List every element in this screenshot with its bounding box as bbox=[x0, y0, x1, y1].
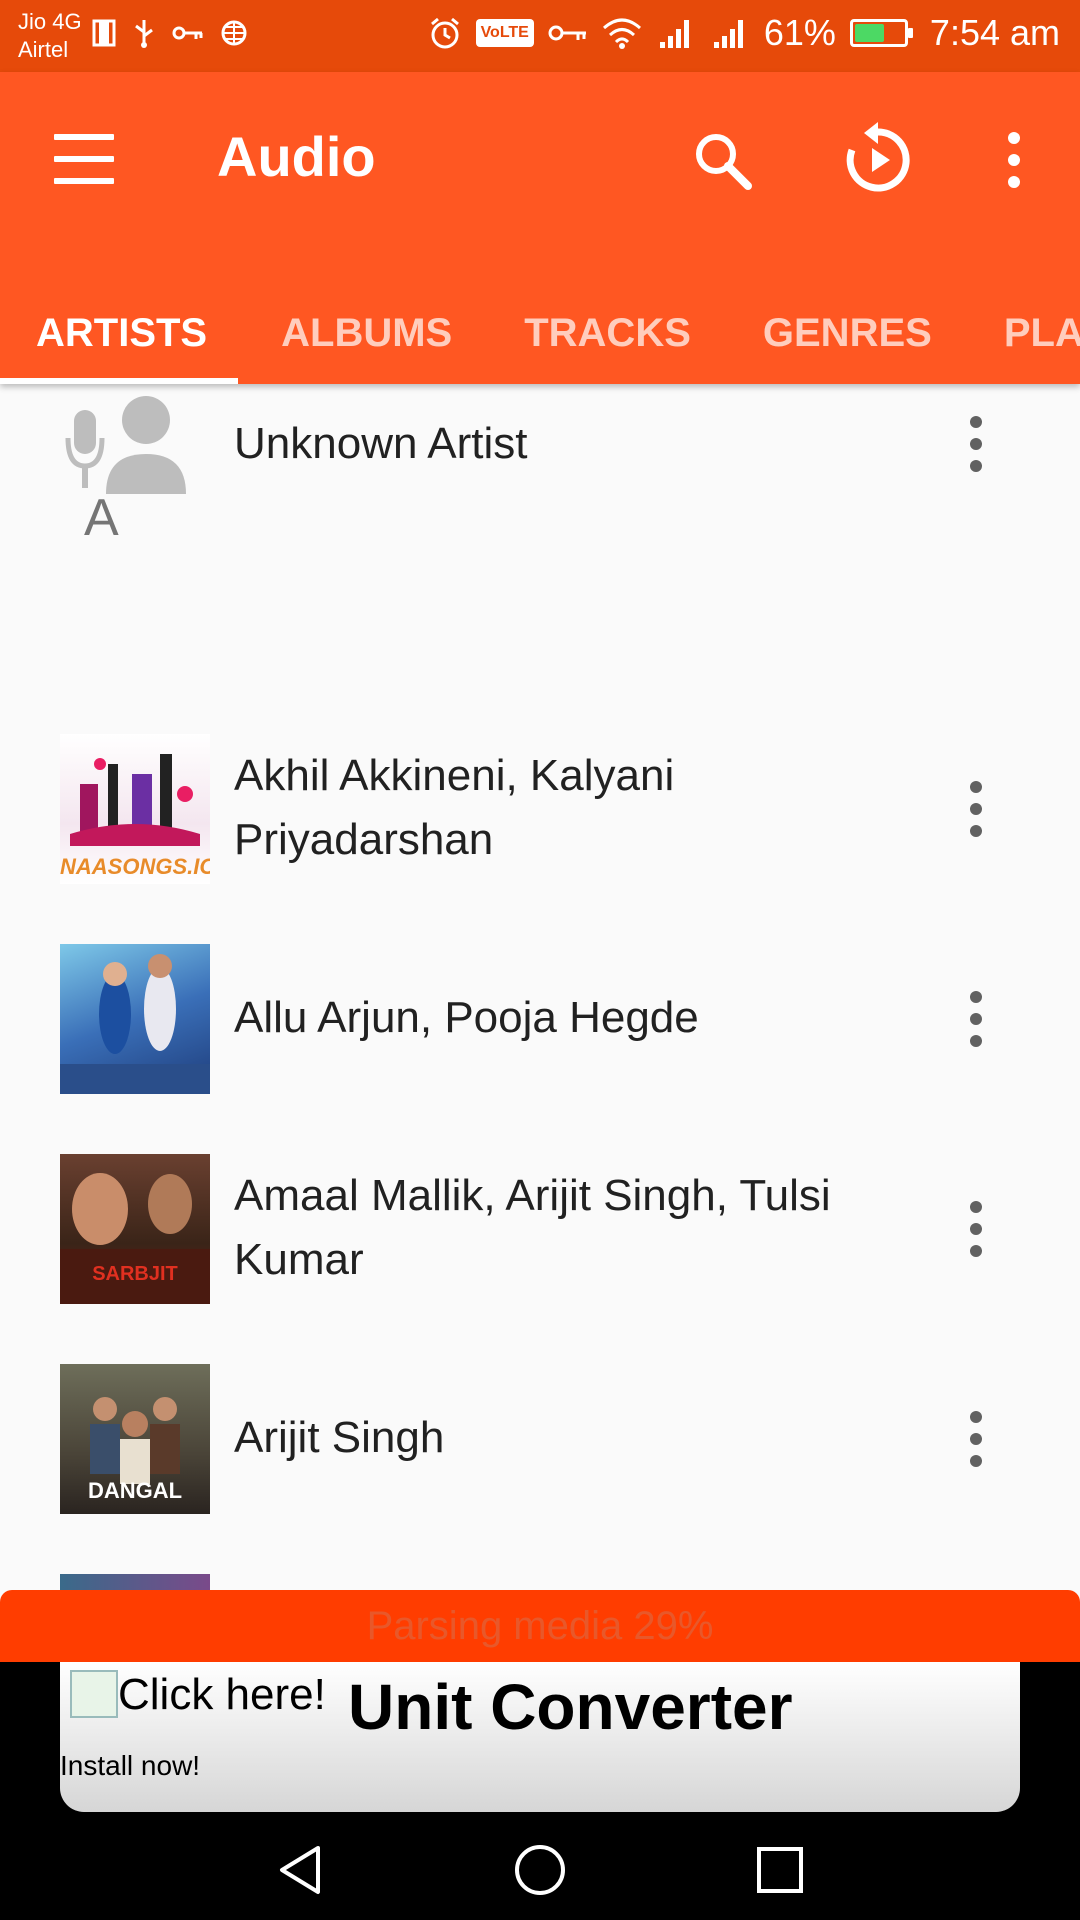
status-bar: Jio 4G Airtel VoLTE 61% 7:54 am bbox=[0, 0, 1080, 72]
artist-name: Akhil Akkineni, Kalyani Priyadarshan bbox=[234, 744, 674, 872]
navigation-bar bbox=[0, 1812, 1080, 1920]
section-header: A bbox=[84, 489, 119, 547]
film-icon bbox=[92, 19, 116, 47]
tab-albums[interactable]: ALBUMS bbox=[243, 282, 488, 384]
ad-title[interactable]: Unit Converter bbox=[348, 1670, 793, 1744]
signal-2-icon bbox=[713, 20, 743, 48]
album-art: SARBJIT bbox=[60, 1154, 210, 1304]
key-icon bbox=[172, 26, 203, 40]
tab-playlists[interactable]: PLAYLISTS bbox=[968, 282, 1080, 384]
menu-icon[interactable] bbox=[54, 134, 114, 184]
app-bar: Audio ARTISTS ALBUMS TRACKS GENRES PLAYL… bbox=[0, 72, 1080, 384]
album-art: DANGAL bbox=[60, 1364, 210, 1514]
artist-name-line-1: Amaal Mallik, Arijit Singh, Tulsi bbox=[234, 1171, 831, 1220]
parsing-progress-bar: Parsing media 29% bbox=[0, 1590, 1080, 1662]
vpn-key-icon bbox=[548, 25, 586, 41]
broken-image-icon bbox=[70, 1670, 118, 1718]
artist-name: Allu Arjun, Pooja Hegde bbox=[234, 993, 699, 1042]
ad-click-text[interactable]: Click here! bbox=[118, 1670, 326, 1720]
globe-icon bbox=[221, 20, 247, 46]
tab-indicator bbox=[0, 378, 238, 384]
search-icon[interactable] bbox=[690, 128, 754, 192]
volte-badge: VoLTE bbox=[475, 19, 534, 47]
signal-1-icon bbox=[659, 20, 689, 48]
artist-list[interactable]: Unknown Artist A NAASONGS.IO Akhil Akkin… bbox=[0, 384, 1080, 1590]
carrier-2: Airtel bbox=[18, 37, 69, 62]
album-art: NAASONGS.IO bbox=[60, 734, 210, 884]
artist-name: Arijit Singh bbox=[234, 1413, 445, 1462]
list-item[interactable]: NAASONGS.IO Akhil Akkineni, Kalyani Priy… bbox=[0, 734, 1080, 904]
carrier-info: Jio 4G Airtel bbox=[18, 8, 82, 64]
more-vert-icon[interactable] bbox=[960, 1407, 992, 1471]
album-art-caption: SARBJIT bbox=[92, 1263, 178, 1285]
tab-artists[interactable]: ARTISTS bbox=[0, 282, 243, 384]
list-item[interactable]: SARBJIT Amaal Mallik, Arijit Singh, Tuls… bbox=[0, 1154, 1080, 1324]
battery-icon bbox=[849, 19, 913, 47]
list-item[interactable]: DANGAL Arijit Singh bbox=[0, 1364, 1080, 1534]
parsing-progress-label: Parsing media 29% bbox=[366, 1603, 714, 1648]
more-vert-icon[interactable] bbox=[960, 1197, 992, 1261]
artist-name-line-2: Kumar bbox=[234, 1235, 364, 1284]
replay-icon[interactable] bbox=[840, 122, 916, 198]
ad-banner: Click here! Unit Converter Install now! bbox=[0, 1662, 1080, 1812]
usb-icon bbox=[135, 20, 153, 48]
artist-name: Unknown Artist bbox=[234, 419, 528, 468]
recents-icon[interactable] bbox=[752, 1842, 808, 1898]
artist-name-line-1: Akhil Akkineni, Kalyani bbox=[234, 751, 675, 800]
list-item[interactable]: Unknown Artist bbox=[0, 384, 1080, 534]
carrier-1: Jio 4G bbox=[18, 9, 82, 34]
more-vert-icon[interactable] bbox=[960, 987, 992, 1051]
tab-tracks[interactable]: TRACKS bbox=[488, 282, 727, 384]
ad-install-text[interactable]: Install now! bbox=[60, 1750, 200, 1782]
back-icon[interactable] bbox=[272, 1842, 328, 1898]
more-vert-icon[interactable] bbox=[960, 412, 992, 476]
list-item[interactable]: Allu Arjun, Pooja Hegde bbox=[0, 944, 1080, 1114]
album-art-caption: NAASONGS.IO bbox=[60, 854, 210, 879]
artist-name-line-2: Priyadarshan bbox=[234, 815, 494, 864]
artist-name: Amaal Mallik, Arijit Singh, Tulsi Kumar bbox=[234, 1164, 831, 1292]
status-system-icons: VoLTE 61% 7:54 am bbox=[428, 12, 1060, 54]
album-art bbox=[60, 944, 210, 1094]
alarm-icon bbox=[430, 17, 459, 49]
wifi-icon bbox=[602, 18, 641, 49]
more-vert-icon[interactable] bbox=[996, 128, 1032, 192]
battery-level bbox=[854, 24, 885, 42]
album-art bbox=[60, 1574, 210, 1590]
home-icon[interactable] bbox=[512, 1842, 568, 1898]
ad-card[interactable]: Click here! Unit Converter Install now! bbox=[60, 1662, 1020, 1812]
page-title: Audio bbox=[217, 125, 376, 188]
album-art-caption: DANGAL bbox=[87, 1478, 183, 1503]
unknown-artist-icon bbox=[65, 396, 186, 494]
tab-bar: ARTISTS ALBUMS TRACKS GENRES PLAYLISTS bbox=[0, 282, 1080, 384]
more-vert-icon[interactable] bbox=[960, 777, 992, 841]
tab-genres[interactable]: GENRES bbox=[727, 282, 968, 384]
battery-percent: 61% bbox=[763, 12, 836, 53]
clock: 7:54 am bbox=[929, 12, 1060, 53]
status-notification-icons bbox=[92, 18, 248, 48]
album-art-graphic bbox=[60, 954, 210, 1094]
